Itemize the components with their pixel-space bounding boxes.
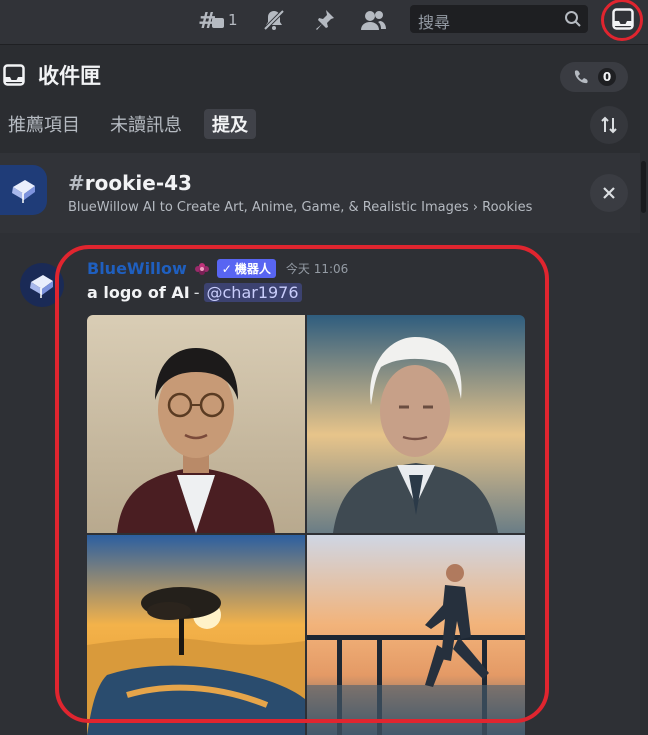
server-icon[interactable] (0, 165, 47, 215)
inbox-header: 收件匣 0 推薦項目 未讀訊息 提及 (0, 45, 648, 153)
close-button[interactable] (590, 174, 628, 212)
pin-icon (316, 10, 334, 30)
channel-name[interactable]: #rookie-43 (68, 171, 192, 195)
notification-off-icon (263, 9, 285, 31)
tab-unread[interactable]: 未讀訊息 (102, 109, 190, 139)
channel-toolbar: # 1 搜尋 (0, 0, 648, 45)
tab-recommended[interactable]: 推薦項目 (0, 109, 88, 139)
sort-icon (601, 116, 617, 134)
inbox-icon (3, 64, 25, 86)
tab-mentions[interactable]: 提及 (204, 109, 256, 139)
notification-settings-button[interactable] (260, 6, 288, 34)
mention-call-icon (574, 70, 588, 84)
bluewillow-logo-icon (30, 275, 53, 298)
threads-button[interactable]: # 1 (198, 6, 238, 34)
channel-header[interactable]: #rookie-43 BlueWillow AI to Create Art, … (0, 153, 640, 233)
threads-count: 1 (228, 11, 238, 29)
sort-button[interactable] (590, 106, 628, 144)
annotation-circle-message (55, 245, 549, 723)
scrollbar-thumb[interactable] (641, 161, 646, 213)
channel-hash-icon: # (68, 171, 85, 195)
member-list-button[interactable] (358, 6, 388, 34)
page-title: 收件匣 (38, 64, 101, 88)
threads-icon: # (198, 9, 224, 32)
channel-breadcrumb: BlueWillow AI to Create Art, Anime, Game… (68, 200, 533, 215)
scrollbar-track[interactable] (640, 153, 648, 735)
bluewillow-logo-icon (11, 180, 35, 203)
annotation-circle-inbox (601, 0, 643, 41)
search-icon (565, 11, 581, 27)
inbox-tabs: 推薦項目 未讀訊息 提及 (0, 109, 270, 139)
search-input[interactable]: 搜尋 (410, 5, 588, 33)
search-placeholder: 搜尋 (418, 13, 451, 32)
pinned-messages-button[interactable] (310, 6, 338, 34)
mention-count-badge: 0 (598, 68, 616, 86)
mentions-filter-button[interactable]: 0 (560, 62, 628, 92)
close-icon (603, 187, 615, 199)
members-icon (361, 11, 386, 30)
